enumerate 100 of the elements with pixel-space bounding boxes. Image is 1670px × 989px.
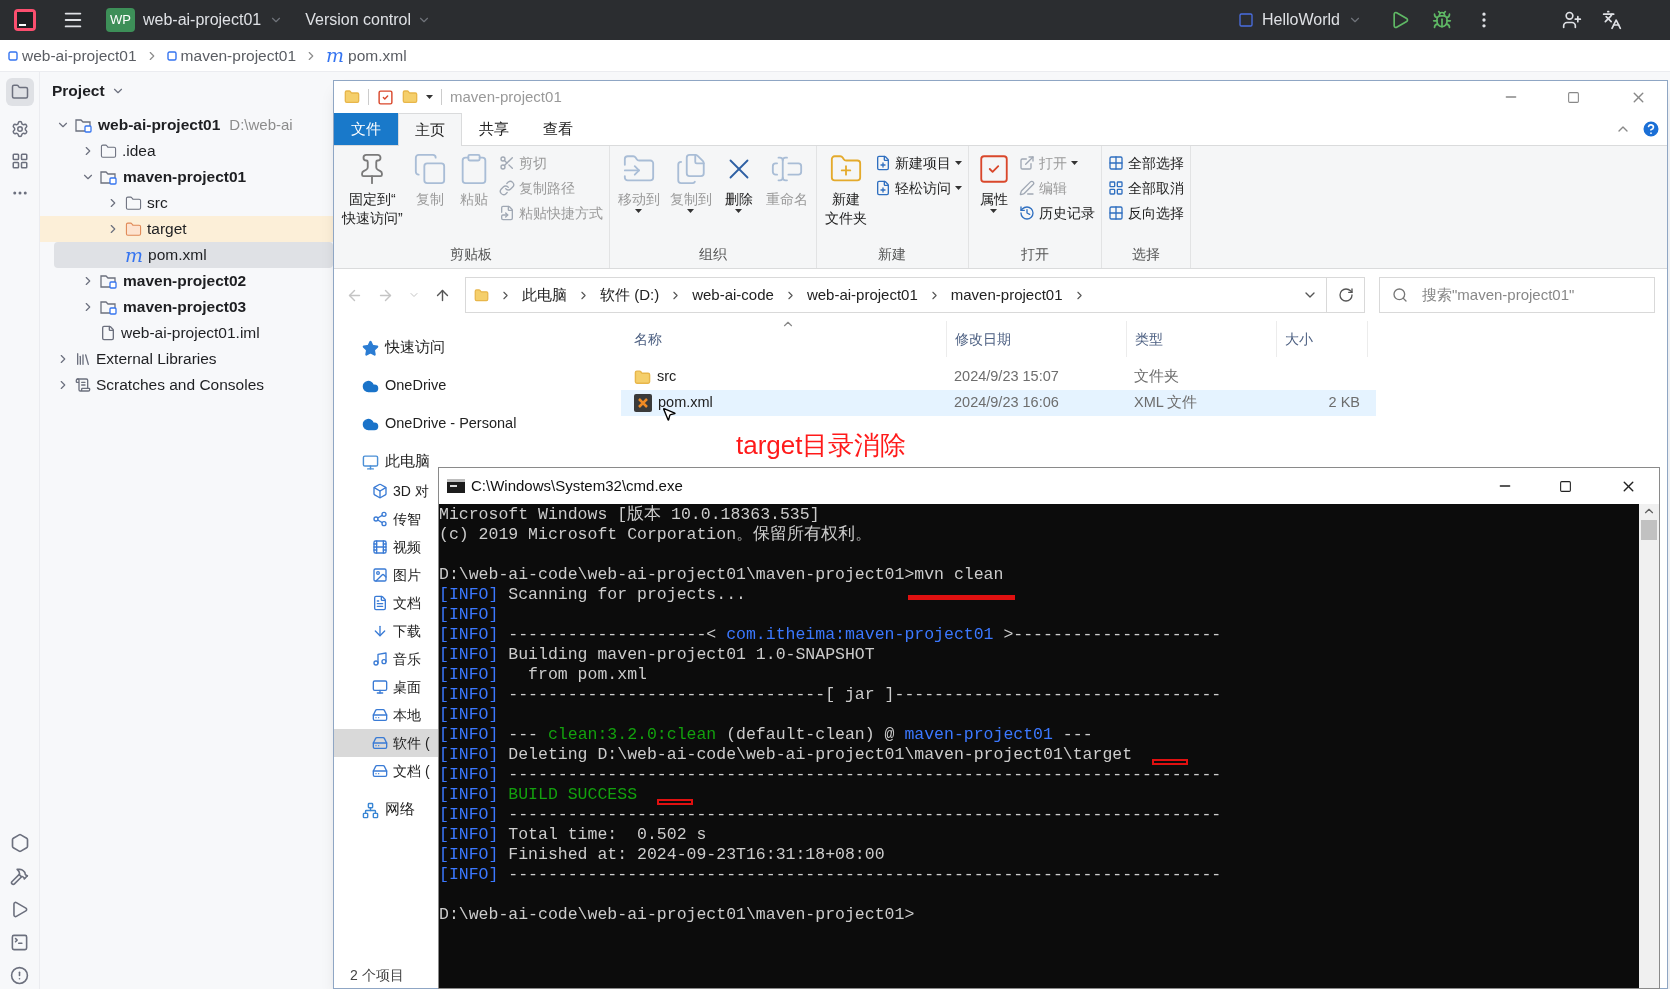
project-tool-button[interactable] bbox=[5, 78, 34, 106]
tree-item[interactable]: Scratches and Consoles bbox=[40, 372, 333, 398]
ribbon-tab[interactable]: 主页 bbox=[398, 113, 462, 146]
address-segment[interactable]: 此电脑 bbox=[522, 283, 567, 307]
nav-item[interactable]: 软件 ( bbox=[334, 729, 439, 757]
vcs-menu[interactable]: Version control bbox=[305, 8, 432, 32]
file-name: src bbox=[657, 367, 677, 387]
translate-icon[interactable] bbox=[1602, 10, 1622, 30]
file-name: pom.xml bbox=[658, 393, 713, 413]
tree-item-label: web-ai-project01.iml bbox=[121, 323, 260, 344]
run-icon[interactable] bbox=[10, 900, 29, 919]
ribbon-tab[interactable]: 查看 bbox=[526, 113, 590, 145]
address-segment[interactable]: web-ai-code bbox=[692, 283, 774, 307]
column-header[interactable]: 类型 bbox=[1126, 321, 1276, 357]
nav-item[interactable]: 图片 bbox=[334, 561, 439, 589]
history-icon bbox=[1018, 205, 1035, 221]
breadcrumb-item[interactable]: m pom.xml bbox=[326, 43, 407, 68]
ribbon-button[interactable]: 新建 文件夹 bbox=[822, 152, 869, 244]
breadcrumb-item[interactable]: maven-project01 bbox=[166, 43, 297, 68]
maximize-icon[interactable] bbox=[1559, 479, 1572, 493]
app-logo-icon[interactable] bbox=[14, 9, 36, 31]
nav-item[interactable]: 此电脑 bbox=[334, 447, 439, 477]
search-field[interactable]: 搜索"maven-project01" bbox=[1379, 277, 1655, 313]
problems-icon[interactable] bbox=[10, 966, 29, 985]
tree-item[interactable]: web-ai-project01 D:\web-ai bbox=[40, 112, 333, 138]
ribbon-button[interactable]: 删除 bbox=[719, 152, 758, 244]
nav-item[interactable]: 音乐 bbox=[334, 645, 439, 673]
ribbon-button[interactable]: 固定到“ 快速访问” bbox=[340, 152, 405, 244]
column-header[interactable]: 大小 bbox=[1276, 321, 1368, 357]
console-line: [INFO] bbox=[439, 605, 500, 625]
refresh-button[interactable] bbox=[1327, 277, 1365, 313]
add-user-icon[interactable] bbox=[1562, 10, 1582, 30]
nav-item[interactable]: OneDrive bbox=[334, 371, 621, 401]
address-segment[interactable]: maven-project01 bbox=[950, 283, 1063, 307]
address-segment[interactable]: 软件 (D:) bbox=[600, 283, 660, 307]
file-menu-tab[interactable]: 文件 bbox=[334, 113, 398, 145]
nav-item[interactable]: 文档 bbox=[334, 589, 439, 617]
breadcrumb-item[interactable]: web-ai-project01 bbox=[8, 43, 137, 68]
nav-item[interactable]: 文档 ( bbox=[334, 757, 439, 785]
tree-item-label: External Libraries bbox=[96, 349, 217, 370]
project-switcher[interactable]: WP web-ai-project01 bbox=[106, 8, 284, 32]
grid-icon bbox=[1107, 180, 1124, 196]
ribbon-button[interactable]: 全部取消 bbox=[1107, 177, 1184, 199]
search-input[interactable]: 搜索"maven-project01" bbox=[1422, 283, 1642, 307]
nav-item[interactable]: 快速访问 bbox=[334, 333, 621, 363]
dropdown-caret-icon bbox=[954, 161, 962, 165]
run-config-selector[interactable]: HelloWorld bbox=[1238, 8, 1362, 32]
tree-item[interactable]: maven-project02 bbox=[40, 268, 333, 294]
build-icon[interactable] bbox=[10, 867, 29, 886]
tree-item[interactable]: External Libraries bbox=[40, 346, 333, 372]
ribbon-button[interactable]: 新建项目 bbox=[874, 152, 962, 174]
tree-item[interactable]: web-ai-project01.iml bbox=[40, 320, 333, 346]
column-header[interactable]: 修改日期 bbox=[946, 321, 1126, 357]
ribbon-button[interactable]: 反向选择 bbox=[1107, 202, 1184, 224]
ribbon-group-label: 打开 bbox=[1019, 245, 1050, 264]
properties-check-icon[interactable] bbox=[377, 88, 394, 106]
file-icon bbox=[100, 325, 116, 341]
address-bar[interactable]: 此电脑 软件 (D:) web-ai-code web-ai-project01 maven-project01 bbox=[465, 277, 1327, 313]
address-segment[interactable]: web-ai-project01 bbox=[806, 283, 918, 307]
console-line: [INFO] BUILD SUCCESS bbox=[439, 785, 638, 805]
ribbon-button[interactable]: 历史记录 bbox=[1018, 202, 1095, 224]
scrollbar-thumb[interactable] bbox=[1641, 520, 1657, 540]
tree-item[interactable]: target bbox=[40, 216, 333, 242]
nav-item[interactable]: 网络 bbox=[334, 795, 439, 825]
terminal-icon[interactable] bbox=[10, 933, 29, 952]
scrollbar[interactable] bbox=[1639, 504, 1659, 988]
tree-item[interactable]: m pom.xml bbox=[54, 242, 333, 268]
settings-icon[interactable] bbox=[10, 120, 29, 138]
film-icon bbox=[372, 539, 388, 555]
ribbon-button[interactable]: 属性 bbox=[974, 152, 1013, 244]
services-icon[interactable] bbox=[9, 833, 30, 853]
help-icon[interactable] bbox=[1641, 119, 1661, 139]
nav-item[interactable]: 视频 bbox=[334, 533, 439, 561]
status-text: 2 个项目 bbox=[350, 965, 404, 985]
ribbon-tab[interactable]: 共享 bbox=[462, 113, 526, 145]
tree-item[interactable]: .idea bbox=[40, 138, 333, 164]
panel-title[interactable]: Project bbox=[52, 79, 105, 103]
debug-icon[interactable] bbox=[1432, 10, 1452, 30]
module-square-icon bbox=[166, 50, 177, 61]
dropdown-caret-icon bbox=[954, 186, 962, 190]
console-line: [INFO] ------------------------------------------------------------------------ bbox=[439, 805, 1222, 825]
tree-item[interactable]: maven-project03 bbox=[40, 294, 333, 320]
file-row[interactable]: src 2024/9/23 15:07 文件夹 bbox=[621, 364, 1376, 390]
nav-item[interactable]: 传智 bbox=[334, 505, 439, 533]
nav-item[interactable]: 下载 bbox=[334, 617, 439, 645]
tree-item[interactable]: src bbox=[40, 190, 333, 216]
column-header[interactable]: 名称 bbox=[621, 321, 946, 357]
nav-item[interactable]: 桌面 bbox=[334, 673, 439, 701]
structure-icon[interactable] bbox=[10, 152, 29, 170]
console-line: [INFO] Deleting D:\web-ai-code\web-ai-project01\maven-project01\target bbox=[439, 745, 1133, 765]
run-icon[interactable] bbox=[1390, 10, 1410, 30]
tree-item[interactable]: maven-project01 bbox=[40, 164, 333, 190]
nav-item[interactable]: OneDrive - Personal bbox=[334, 409, 621, 439]
nav-item[interactable]: 3D 对 bbox=[334, 477, 439, 505]
console-line: [INFO] Finished at: 2024-09-23T16:31:18+08:00 bbox=[439, 845, 885, 865]
nav-item[interactable]: 本地 bbox=[334, 701, 439, 729]
ribbon-button[interactable]: 全部选择 bbox=[1107, 152, 1184, 174]
dropdown-caret-icon bbox=[1070, 161, 1078, 165]
ribbon-button[interactable]: 轻松访问 bbox=[874, 177, 962, 199]
document-icon bbox=[372, 595, 388, 611]
